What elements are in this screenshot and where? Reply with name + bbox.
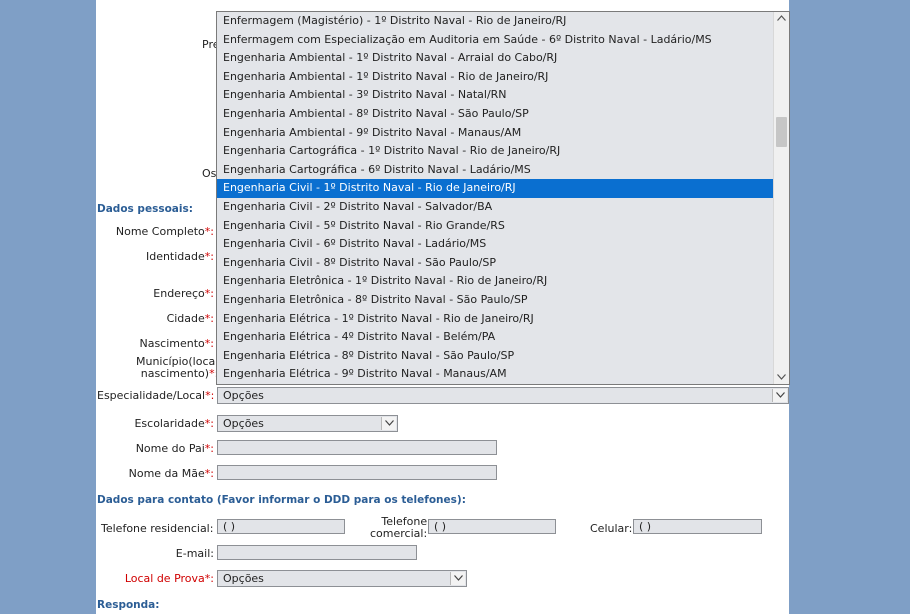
exam-location-select[interactable]: Opções: [217, 570, 467, 587]
scrollbar-thumb[interactable]: [776, 117, 787, 147]
label-full-name: Nome Completo*:: [115, 225, 214, 238]
dropdown-option[interactable]: Engenharia Elétrica - 1º Distrito Naval …: [217, 310, 789, 329]
email-input[interactable]: [217, 545, 417, 560]
label-home-phone: Telefone residencial:: [101, 522, 214, 535]
dropdown-option[interactable]: Engenharia Civil - 1º Distrito Naval - R…: [217, 179, 789, 198]
cell-phone-input[interactable]: ( ): [633, 519, 762, 534]
dropdown-scrollbar[interactable]: [773, 12, 789, 384]
dropdown-option[interactable]: Engenharia Ambiental - 8º Distrito Naval…: [217, 105, 789, 124]
dropdown-option[interactable]: Engenharia Civil - 5º Distrito Naval - R…: [217, 217, 789, 236]
label-cell: Celular:: [590, 522, 633, 535]
dropdown-option[interactable]: Engenharia Cartográfica - 1º Distrito Na…: [217, 142, 789, 161]
dropdown-option[interactable]: Engenharia Ambiental - 1º Distrito Naval…: [217, 68, 789, 87]
label-email: E-mail:: [175, 547, 214, 560]
specialty-dropdown-list[interactable]: Enfermagem (Magistério) - 1º Distrito Na…: [216, 11, 790, 385]
chevron-down-icon[interactable]: [381, 417, 396, 430]
scroll-up-arrow-icon[interactable]: [777, 15, 786, 21]
label-work-phone: Telefone comercial:: [370, 515, 428, 540]
dropdown-option[interactable]: Engenharia Ambiental - 9º Distrito Naval…: [217, 124, 789, 143]
dropdown-option[interactable]: Enfermagem com Especialização em Auditor…: [217, 31, 789, 50]
father-name-input[interactable]: [217, 440, 497, 455]
section-personal-data: Dados pessoais:: [97, 203, 193, 215]
section-contact: Dados para contato (Favor informar o DDD…: [97, 494, 466, 506]
scroll-down-arrow-icon[interactable]: [777, 374, 786, 380]
chevron-down-icon[interactable]: [450, 572, 465, 585]
dropdown-option[interactable]: Engenharia Civil - 8º Distrito Naval - S…: [217, 254, 789, 273]
dropdown-option[interactable]: Engenharia Elétrica - 8º Distrito Naval …: [217, 347, 789, 366]
schooling-select[interactable]: Opções: [217, 415, 398, 432]
label-birth: Nascimento*:: [139, 337, 214, 350]
dropdown-option[interactable]: Enfermagem (Magistério) - 1º Distrito Na…: [217, 12, 789, 31]
dropdown-option[interactable]: Engenharia Ambiental - 1º Distrito Naval…: [217, 49, 789, 68]
mother-name-input[interactable]: [217, 465, 497, 480]
dropdown-option[interactable]: Engenharia Elétrica - 4º Distrito Naval …: [217, 328, 789, 347]
label-father: Nome do Pai*:: [135, 442, 214, 455]
dropdown-option[interactable]: Engenharia Elétrica - 9º Distrito Naval …: [217, 365, 789, 384]
dropdown-option[interactable]: Engenharia Eletrônica - 8º Distrito Nava…: [217, 291, 789, 310]
dropdown-option[interactable]: Engenharia Eletrônica - 1º Distrito Nava…: [217, 272, 789, 291]
specialty-select[interactable]: Opções: [217, 387, 789, 404]
home-phone-input[interactable]: ( ): [217, 519, 345, 534]
dropdown-option[interactable]: Engenharia Cartográfica - 6º Distrito Na…: [217, 161, 789, 180]
label-schooling: Escolaridade*:: [134, 417, 214, 430]
label-identity: Identidade*:: [145, 250, 214, 263]
dropdown-option[interactable]: Engenharia Ambiental - 3º Distrito Naval…: [217, 86, 789, 105]
dropdown-option[interactable]: Engenharia Civil - 2º Distrito Naval - S…: [217, 198, 789, 217]
label-exam-location: Local de Prova*:: [124, 572, 214, 585]
hidden-label-os: Os: [202, 167, 217, 180]
label-birthplace: Município(local nascimento)*:: [136, 355, 219, 380]
section-answer: Responda:: [97, 599, 160, 611]
label-specialty: Especialidade/Local*:: [97, 389, 215, 402]
label-address: Endereço*:: [153, 287, 214, 300]
label-mother: Nome da Mãe*:: [128, 467, 214, 480]
work-phone-input[interactable]: ( ): [428, 519, 556, 534]
dropdown-option[interactable]: Engenharia Civil - 6º Distrito Naval - L…: [217, 235, 789, 254]
label-city: Cidade*:: [166, 312, 214, 325]
chevron-down-icon[interactable]: [772, 389, 787, 402]
